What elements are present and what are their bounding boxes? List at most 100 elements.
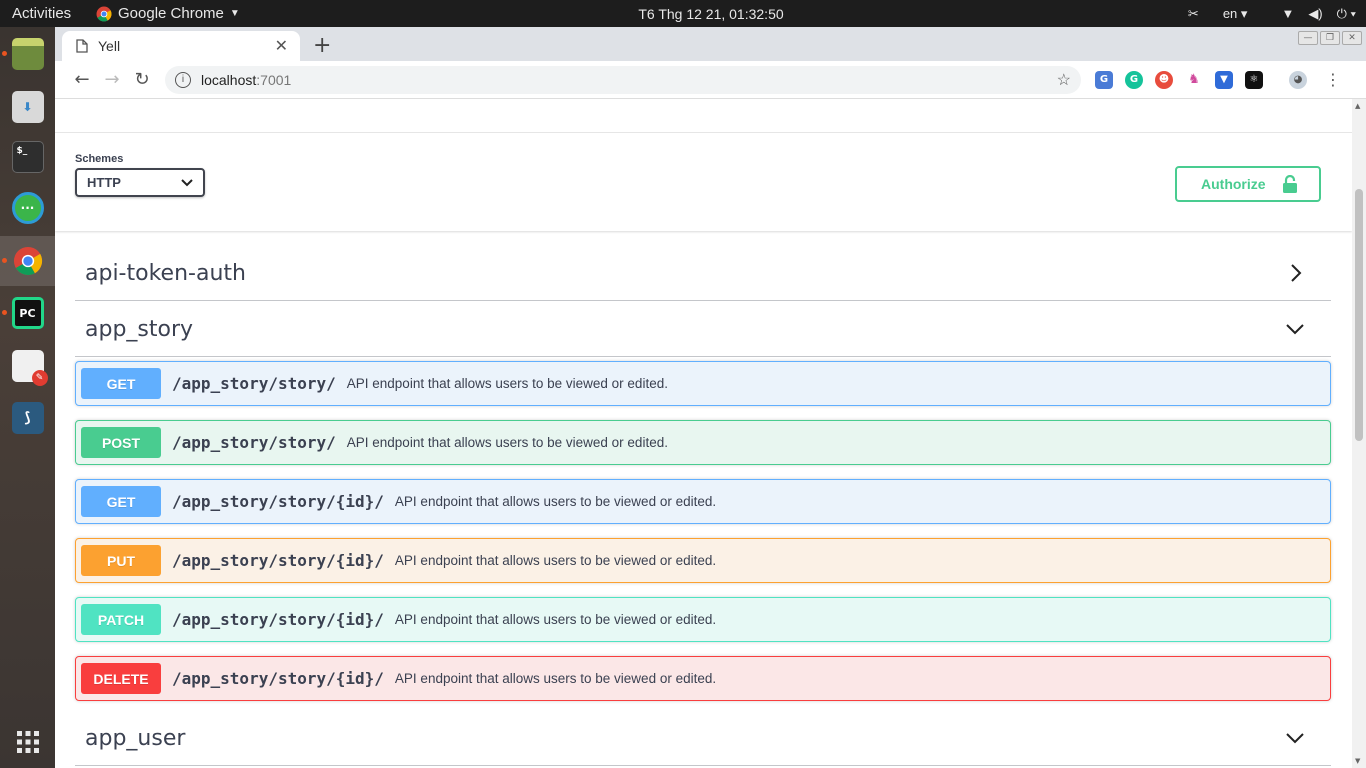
operation-get-story-by-id[interactable]: GET /app_story/story/{id}/ API endpoint … (75, 479, 1331, 524)
tag-section-api-token-auth[interactable]: api-token-auth (75, 246, 1331, 301)
method-badge: GET (81, 486, 161, 517)
method-badge: PUT (81, 545, 161, 576)
running-indicator (2, 51, 7, 56)
show-applications-button[interactable] (0, 730, 55, 754)
chrome-icon (13, 246, 42, 276)
close-window-icon[interactable]: ✕ (1342, 31, 1362, 45)
text-editor-icon: ✎ (11, 350, 48, 386)
app-menu[interactable]: Google Chrome ▼ (96, 5, 240, 22)
dolphin-icon: ⟆ (11, 402, 44, 434)
grammarly-extension-icon[interactable]: G (1125, 70, 1143, 89)
url-host: localhost (201, 71, 257, 88)
dock-item-mysql-workbench[interactable]: ⟆ (0, 393, 55, 443)
schemes-selected-value: HTTP (87, 175, 121, 190)
operation-path: /app_story/story/ (172, 433, 336, 452)
operation-delete-story[interactable]: DELETE /app_story/story/{id}/ API endpoi… (75, 656, 1331, 701)
address-bar[interactable]: i localhost:7001 ☆ (165, 65, 1081, 94)
back-arrow-icon[interactable]: ← (67, 69, 97, 90)
pycharm-icon: PC (11, 297, 44, 329)
authorize-label: Authorize (1201, 176, 1266, 192)
window-controls: — ❐ ✕ (1298, 31, 1362, 45)
schemes-select[interactable]: HTTP (75, 168, 205, 197)
tools-icon[interactable]: ✂ (1188, 6, 1199, 22)
running-indicator (2, 310, 7, 315)
system-top-bar: Activities Google Chrome ▼ T6 Thg 12 21,… (0, 0, 1366, 27)
schemes-label: Schemes (75, 153, 124, 165)
browser-tab[interactable]: Yell ✕ (62, 31, 300, 61)
operation-description: API endpoint that allows users to be vie… (394, 494, 717, 509)
restore-icon[interactable]: ❐ (1320, 31, 1340, 45)
unicorn-extension-icon[interactable]: ♞ (1185, 70, 1203, 89)
system-tray[interactable]: ✂ en ▾ ▼ ◀) ⏻ ▾ (1188, 0, 1356, 27)
profile-avatar[interactable]: ◕ (1289, 70, 1307, 89)
forward-arrow-icon[interactable]: → (97, 69, 127, 90)
tag-name: app_user (85, 725, 186, 751)
operation-description: API endpoint that allows users to be vie… (394, 671, 717, 686)
operation-patch-story[interactable]: PATCH /app_story/story/{id}/ API endpoin… (75, 597, 1331, 642)
operation-description: API endpoint that allows users to be vie… (394, 553, 717, 568)
method-badge: POST (81, 427, 161, 458)
chevron-down-icon (181, 178, 193, 186)
language-label: en (1222, 5, 1238, 21)
operation-path: /app_story/story/{id}/ (172, 492, 384, 511)
tag-section-app-user[interactable]: app_user (75, 711, 1331, 766)
method-badge: PATCH (81, 604, 161, 635)
volume-icon: ◀) (1308, 5, 1323, 21)
method-badge: GET (81, 368, 161, 399)
scroll-up-icon[interactable]: ▲ (1355, 102, 1360, 110)
browser-window: Yell ✕ + — ❐ ✕ ← → ↻ i localhost:7001 ☆ … (55, 27, 1366, 768)
language-indicator[interactable]: en ▾ (1223, 6, 1248, 22)
chevron-right-icon (1291, 264, 1302, 282)
translate-extension-icon[interactable]: G (1095, 70, 1113, 89)
tag-section-app-story[interactable]: app_story (75, 302, 1331, 357)
operation-description: API endpoint that allows users to be vie… (346, 435, 668, 450)
swagger-page: Schemes HTTP Authorize api-token-auth ap… (55, 99, 1352, 768)
wifi-icon: ▼ (1281, 6, 1295, 21)
operation-put-story[interactable]: PUT /app_story/story/{id}/ API endpoint … (75, 538, 1331, 583)
dock-item-messaging[interactable]: ··· (0, 183, 55, 233)
dock-item-software[interactable]: ⬇ (0, 82, 55, 132)
dock-item-pycharm[interactable]: PC (0, 288, 55, 338)
operation-path: /app_story/story/{id}/ (172, 551, 384, 570)
operation-post-story[interactable]: POST /app_story/story/ API endpoint that… (75, 420, 1331, 465)
dock-item-terminal[interactable]: $_ (0, 132, 55, 182)
chevron-down-icon: ▼ (229, 8, 240, 19)
operation-path: /app_story/story/ (172, 374, 336, 393)
chrome-menu-icon[interactable]: ⋮ (1325, 70, 1341, 89)
new-tab-button[interactable]: + (313, 33, 331, 58)
chevron-down-icon (1286, 324, 1304, 335)
method-badge: DELETE (81, 663, 161, 694)
operation-description: API endpoint that allows users to be vie… (346, 376, 668, 391)
page-scrollbar[interactable]: ▲ ▼ (1352, 99, 1366, 768)
chrome-icon (96, 6, 112, 21)
reload-icon[interactable]: ↻ (127, 69, 157, 90)
app-menu-label: Google Chrome (118, 5, 224, 22)
close-tab-icon[interactable]: ✕ (275, 36, 288, 56)
chat-bubble-icon: ··· (11, 192, 44, 224)
app-grid-icon (16, 731, 39, 753)
activities-button[interactable]: Activities (0, 5, 96, 22)
operation-get-story-list[interactable]: GET /app_story/story/ API endpoint that … (75, 361, 1331, 406)
scheme-container: Schemes HTTP Authorize (55, 133, 1352, 231)
dock-item-chrome[interactable] (0, 236, 55, 286)
scroll-down-icon[interactable]: ▼ (1355, 757, 1360, 765)
scrollbar-thumb[interactable] (1355, 189, 1363, 441)
bookmark-star-icon[interactable]: ☆ (1057, 70, 1071, 90)
santa-extension-icon[interactable]: ☻ (1155, 70, 1173, 89)
dock-item-text-editor[interactable]: ✎ (0, 341, 55, 391)
operation-path: /app_story/story/{id}/ (172, 669, 384, 688)
extensions-bar: G G ☻ ♞ ▼ ⚛ ◕ (1095, 70, 1307, 89)
lock-open-icon (1283, 175, 1297, 193)
chevron-down-icon (1286, 733, 1304, 744)
minimize-icon[interactable]: — (1298, 31, 1318, 45)
operation-path: /app_story/story/{id}/ (172, 610, 384, 629)
pocket-extension-icon[interactable]: ▼ (1215, 70, 1233, 89)
dock-item-files-manager[interactable] (0, 29, 55, 79)
authorize-button[interactable]: Authorize (1175, 166, 1321, 202)
react-devtools-icon[interactable]: ⚛ (1245, 70, 1263, 89)
folder-icon (11, 38, 44, 70)
tab-strip: Yell ✕ + — ❐ ✕ (55, 27, 1366, 61)
info-icon[interactable]: i (175, 71, 191, 88)
dock: ⬇ $_ ··· PC ✎ ⟆ (0, 27, 55, 768)
running-indicator (2, 258, 7, 263)
